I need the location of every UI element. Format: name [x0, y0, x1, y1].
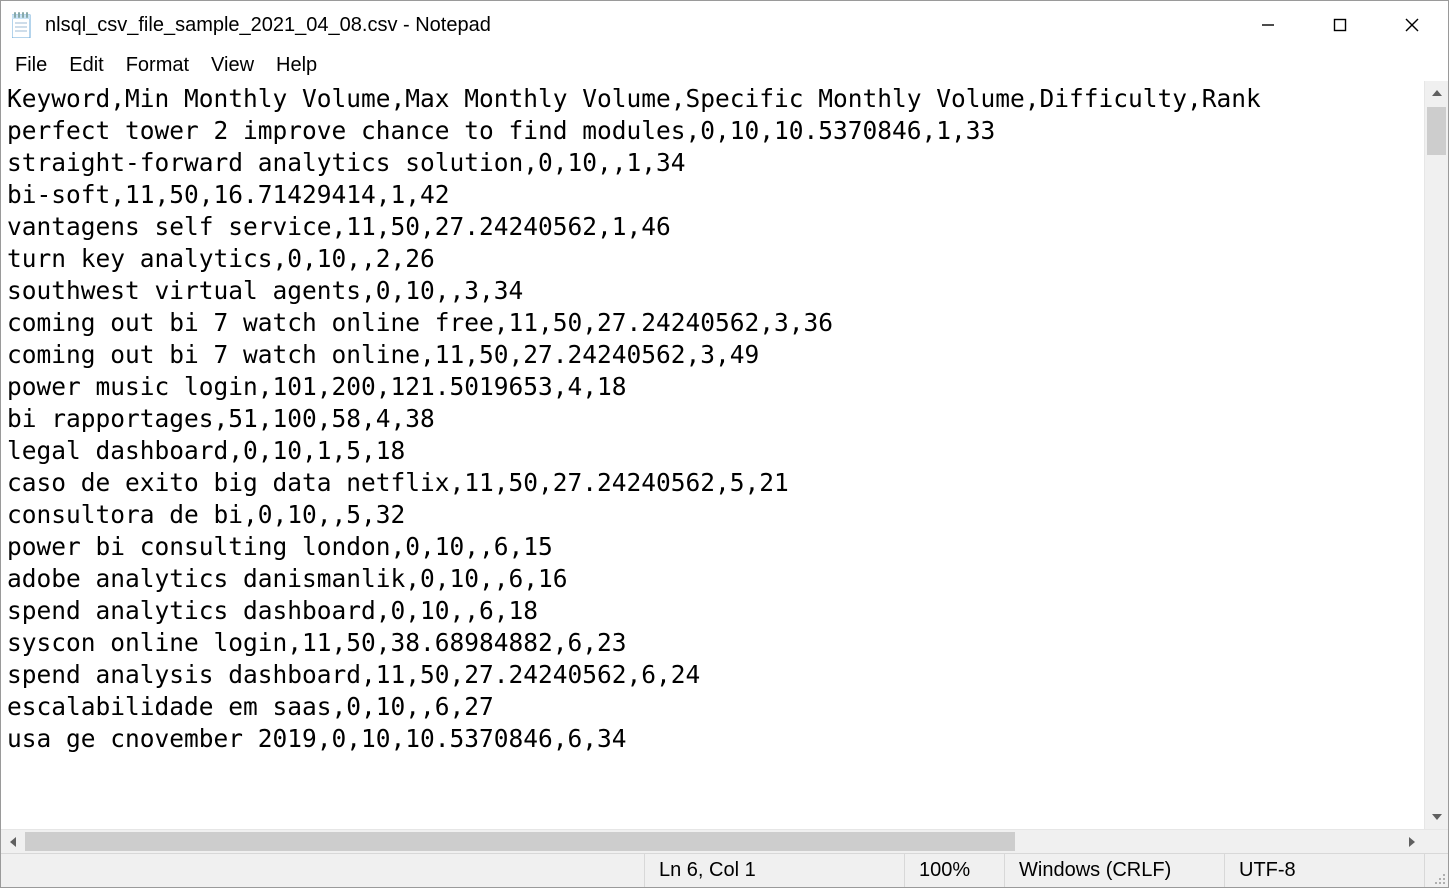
vertical-scrollbar[interactable]: [1424, 81, 1448, 829]
close-button[interactable]: [1376, 1, 1448, 49]
scroll-left-arrow-icon[interactable]: [1, 830, 25, 853]
minimize-button[interactable]: [1232, 1, 1304, 49]
window-controls: [1232, 1, 1448, 49]
statusbar: Ln 6, Col 1 100% Windows (CRLF) UTF-8: [1, 853, 1448, 887]
status-encoding: UTF-8: [1224, 854, 1424, 887]
horizontal-scroll-track[interactable]: [25, 830, 1400, 853]
horizontal-scrollbar[interactable]: [1, 829, 1448, 853]
client-area: [1, 81, 1448, 829]
scroll-right-arrow-icon[interactable]: [1400, 830, 1424, 853]
scroll-down-arrow-icon[interactable]: [1425, 805, 1448, 829]
status-caret-position: Ln 6, Col 1: [644, 854, 904, 887]
menu-view[interactable]: View: [201, 52, 264, 79]
menu-file[interactable]: File: [5, 52, 57, 79]
maximize-button[interactable]: [1304, 1, 1376, 49]
status-zoom: 100%: [904, 854, 1004, 887]
scroll-up-arrow-icon[interactable]: [1425, 81, 1448, 105]
status-line-ending: Windows (CRLF): [1004, 854, 1224, 887]
resize-grip-icon[interactable]: [1424, 854, 1448, 887]
scrollbar-corner: [1424, 830, 1448, 853]
notepad-app-icon: [11, 13, 35, 37]
notepad-window: nlsql_csv_file_sample_2021_04_08.csv - N…: [0, 0, 1449, 888]
text-editor[interactable]: [1, 81, 1424, 829]
menu-help[interactable]: Help: [266, 52, 327, 79]
menu-format[interactable]: Format: [116, 52, 199, 79]
window-title: nlsql_csv_file_sample_2021_04_08.csv - N…: [45, 14, 1232, 37]
menu-edit[interactable]: Edit: [59, 52, 113, 79]
titlebar[interactable]: nlsql_csv_file_sample_2021_04_08.csv - N…: [1, 1, 1448, 49]
vertical-scroll-thumb[interactable]: [1427, 107, 1446, 155]
menubar: File Edit Format View Help: [1, 49, 1448, 81]
status-spacer: [1, 854, 644, 887]
horizontal-scroll-thumb[interactable]: [25, 832, 1015, 851]
